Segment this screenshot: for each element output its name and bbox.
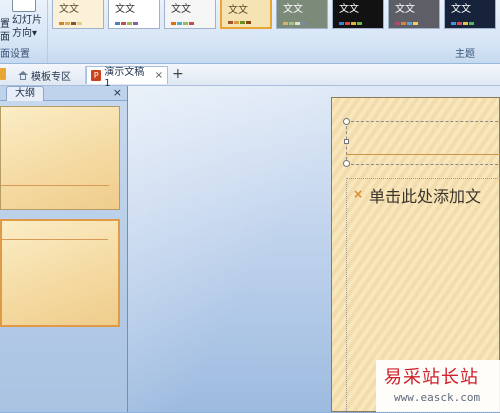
bullet-icon: ×: [353, 187, 364, 201]
theme-option[interactable]: 文文: [388, 0, 440, 29]
theme-sample-text: 文文: [283, 4, 303, 15]
watermark-url: www.easck.com: [394, 391, 481, 404]
theme-option[interactable]: 文文: [108, 0, 160, 29]
slide-direction-label-line2: 方向▾: [12, 28, 38, 39]
theme-option[interactable]: 文文: [52, 0, 104, 29]
tab-template-zone[interactable]: 模板专区: [14, 66, 86, 84]
close-pane-icon[interactable]: ×: [113, 86, 122, 100]
theme-color-swatch: [115, 22, 138, 25]
theme-sample-text: 文文: [451, 4, 471, 15]
content-placeholder-text: 单击此处添加文: [369, 187, 482, 206]
resize-handle[interactable]: [343, 118, 350, 125]
theme-sample-text: 文文: [171, 4, 191, 15]
close-tab-icon[interactable]: ×: [155, 70, 163, 81]
theme-option[interactable]: 文文: [332, 0, 384, 29]
ribbon: 置 面 幻灯片 方向▾ 面设置 文文 文文 文文 文文 文文 文文 文文 文文 主题: [0, 0, 500, 64]
tab-presentation-1-label: 演示文稿1: [104, 66, 145, 89]
tab-presentation-1[interactable]: P 演示文稿1 ×: [86, 66, 168, 89]
theme-sample-text: 文文: [339, 4, 359, 15]
slide-direction-icon[interactable]: [12, 0, 36, 12]
theme-color-swatch: [171, 22, 194, 25]
presentation-icon: P: [91, 70, 102, 81]
theme-option[interactable]: 文文: [276, 0, 328, 29]
editor-background: [128, 86, 338, 412]
page-setup-stub-bottom[interactable]: 面: [0, 28, 10, 43]
slide-thumbnail[interactable]: [0, 106, 120, 210]
page-setup-group-label: 面设置: [0, 49, 30, 60]
theme-option[interactable]: 文文: [164, 0, 216, 29]
theme-group-label: 主题: [455, 49, 475, 60]
theme-option[interactable]: 文文: [220, 0, 272, 29]
slide-thumbnail-selected[interactable]: [0, 219, 120, 327]
home-icon: [18, 70, 28, 80]
document-tab-bar: 模板专区 P 演示文稿1 × +: [0, 64, 500, 89]
watermark-title: 易采站长站: [384, 367, 479, 388]
app-menu-stub[interactable]: [0, 68, 6, 80]
theme-color-swatch: [451, 22, 474, 25]
slide-direction-label-line1: 幻灯片: [12, 15, 42, 26]
slide-direction-button[interactable]: 幻灯片 方向▾: [12, 14, 46, 40]
theme-color-swatch: [339, 22, 362, 25]
theme-sample-text: 文文: [115, 4, 135, 15]
theme-color-swatch: [59, 22, 82, 25]
new-tab-button[interactable]: +: [172, 66, 184, 82]
theme-color-swatch: [283, 22, 306, 25]
theme-option[interactable]: 文文: [444, 0, 496, 29]
theme-sample-text: 文文: [59, 4, 79, 15]
thumbnail-rule: [2, 239, 108, 240]
resize-handle[interactable]: [343, 160, 350, 167]
tab-template-zone-label: 模板专区: [31, 71, 71, 83]
tab-outline[interactable]: 大纲: [6, 86, 44, 101]
resize-handle[interactable]: [344, 139, 349, 144]
theme-color-swatch: [228, 21, 251, 24]
title-placeholder[interactable]: [346, 121, 500, 165]
theme-color-swatch: [395, 22, 418, 25]
theme-gallery: 文文 文文 文文 文文 文文 文文 文文 文文: [52, 0, 500, 36]
page-setup-group: 置 面 幻灯片 方向▾ 面设置: [0, 0, 48, 63]
thumbnail-rule: [1, 185, 109, 186]
outline-pane: 大纲 ×: [0, 86, 128, 412]
theme-sample-text: 文文: [228, 5, 248, 16]
outline-pane-header: 大纲 ×: [0, 86, 127, 101]
title-underline: [346, 154, 500, 155]
site-watermark: 易采站长站 www.easck.com: [376, 360, 500, 412]
theme-sample-text: 文文: [395, 4, 415, 15]
